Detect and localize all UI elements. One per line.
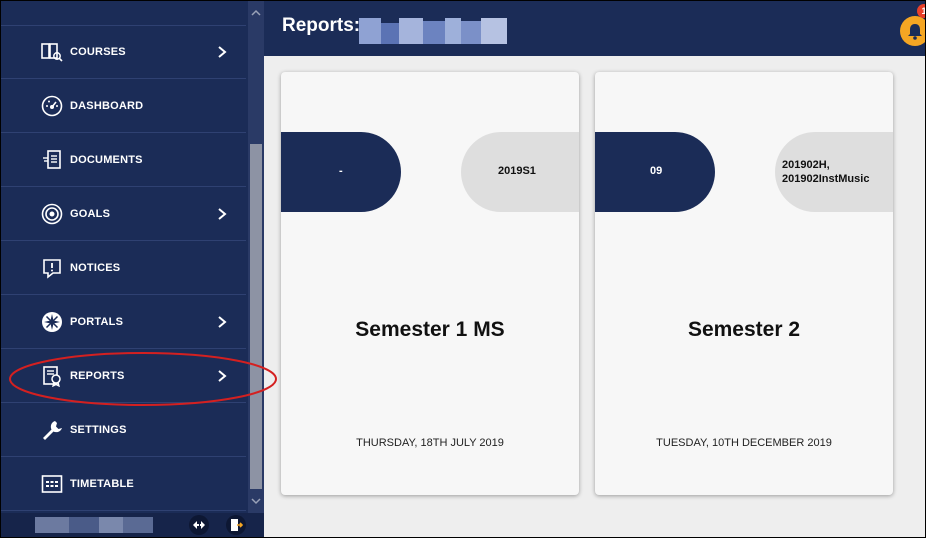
report-year-level-pill: - [281, 132, 401, 212]
redacted-student-name [423, 21, 445, 44]
scroll-down-arrow-icon[interactable] [250, 497, 262, 505]
report-period-pill: 201902H, 201902InstMusic [775, 132, 893, 212]
redacted-username [123, 517, 153, 533]
sidebar: COURSES DASHBOARD DOCUMENTS GOALS NOTICE… [1, 1, 264, 537]
scrollbar-thumb[interactable] [250, 144, 262, 489]
portals-icon [41, 311, 63, 333]
sidebar-top-edge [1, 1, 246, 26]
redacted-username [99, 517, 123, 533]
chevron-right-icon [218, 316, 227, 328]
sidebar-item-label: NOTICES [70, 262, 121, 274]
report-date: TUESDAY, 10TH DECEMBER 2019 [656, 437, 832, 449]
report-period: 201902InstMusic [782, 173, 870, 185]
target-icon [41, 203, 63, 225]
sidebar-item-documents[interactable]: DOCUMENTS [1, 134, 246, 187]
reports-icon [41, 365, 63, 387]
report-period: 2019S1 [498, 165, 536, 177]
redacted-student-name [399, 18, 423, 44]
chevron-right-icon [218, 46, 227, 58]
scroll-up-arrow-icon[interactable] [250, 9, 262, 17]
sidebar-item-label: DASHBOARD [70, 100, 144, 112]
report-period-pill: 2019S1 [461, 132, 579, 212]
redacted-student-name [381, 23, 399, 44]
logout-icon[interactable] [226, 515, 246, 535]
report-period: 201902H, [782, 159, 830, 171]
sidebar-item-label: COURSES [70, 46, 126, 58]
sidebar-item-reports[interactable]: REPORTS [1, 350, 246, 403]
sidebar-item-label: TIMETABLE [70, 478, 134, 490]
report-card[interactable]: 09 201902H, 201902InstMusic Semester 2 T… [595, 72, 893, 495]
redacted-username [69, 517, 99, 533]
report-title: Semester 2 [687, 318, 801, 341]
chevron-right-icon [218, 370, 227, 382]
report-year-level: - [339, 165, 343, 177]
swap-icon[interactable] [189, 515, 209, 535]
wrench-icon [41, 419, 63, 441]
sidebar-footer [1, 513, 264, 537]
documents-icon [41, 149, 63, 171]
timetable-icon [41, 473, 63, 495]
page-header: Reports: 1 [264, 1, 925, 56]
page-title: Reports: [282, 15, 361, 36]
redacted-student-name [359, 18, 381, 44]
sidebar-item-settings[interactable]: SETTINGS [1, 404, 246, 457]
notice-icon [41, 257, 63, 279]
sidebar-scrollbar[interactable] [248, 1, 264, 513]
bell-icon [908, 24, 922, 40]
dashboard-icon [41, 95, 63, 117]
sidebar-item-timetable[interactable]: TIMETABLE [1, 458, 246, 511]
sidebar-item-label: DOCUMENTS [70, 154, 143, 166]
sidebar-item-notices[interactable]: NOTICES [1, 242, 246, 295]
sidebar-item-label: GOALS [70, 208, 111, 220]
chevron-right-icon [218, 208, 227, 220]
redacted-username [35, 517, 69, 533]
report-title: Semester 1 MS [355, 318, 505, 341]
sidebar-item-dashboard[interactable]: DASHBOARD [1, 80, 246, 133]
app-window: COURSES DASHBOARD DOCUMENTS GOALS NOTICE… [0, 0, 926, 538]
sidebar-item-label: REPORTS [70, 370, 125, 382]
redacted-student-name [481, 18, 507, 44]
report-year-level-pill: 09 [595, 132, 715, 212]
sidebar-item-goals[interactable]: GOALS [1, 188, 246, 241]
courses-icon [41, 41, 63, 63]
sidebar-item-label: SETTINGS [70, 424, 127, 436]
redacted-student-name [461, 21, 481, 44]
sidebar-item-label: PORTALS [70, 316, 124, 328]
notifications-button[interactable] [900, 16, 925, 46]
notification-count-badge: 1 [917, 4, 925, 18]
sidebar-item-portals[interactable]: PORTALS [1, 296, 246, 349]
report-card[interactable]: - 2019S1 Semester 1 MS THURSDAY, 18TH JU… [281, 72, 579, 495]
redacted-student-name [445, 18, 461, 44]
sidebar-item-courses[interactable]: COURSES [1, 26, 246, 79]
report-year-level: 09 [650, 165, 663, 177]
report-date: THURSDAY, 18TH JULY 2019 [356, 437, 504, 449]
